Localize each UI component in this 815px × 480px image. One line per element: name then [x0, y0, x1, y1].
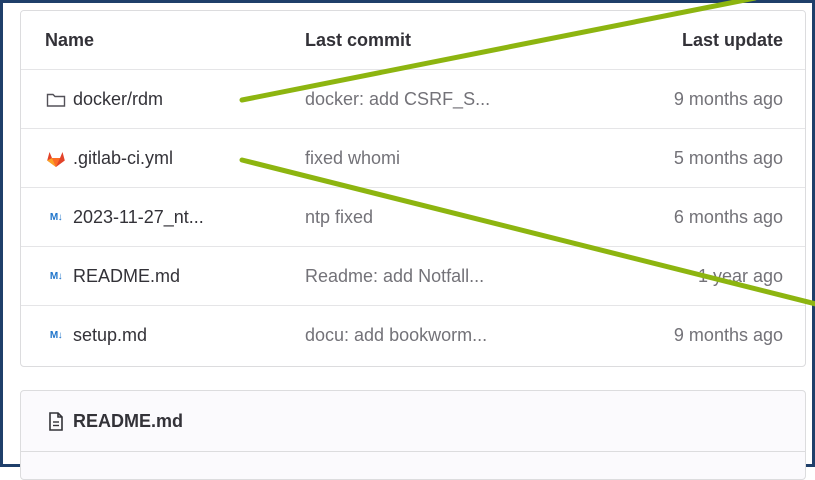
- file-link-readme[interactable]: README.md: [73, 266, 180, 287]
- commit-message-link[interactable]: fixed whomi: [305, 129, 635, 188]
- column-header-last-update: Last update: [681, 30, 783, 50]
- file-link-gitlab-ci[interactable]: .gitlab-ci.yml: [73, 148, 173, 169]
- column-header-last-commit: Last commit: [305, 30, 412, 50]
- commit-message-link[interactable]: Readme: add Notfall...: [305, 247, 635, 306]
- commit-message-link[interactable]: docker: add CSRF_S...: [305, 70, 635, 129]
- column-header-name: Name: [45, 30, 95, 50]
- last-update-time: 1 year ago: [697, 266, 783, 286]
- file-link-ntp-notes[interactable]: 2023-11-27_nt...: [73, 207, 204, 228]
- last-update-time: 5 months ago: [673, 148, 783, 168]
- folder-icon: [45, 92, 67, 108]
- readme-header: README.md: [21, 391, 805, 452]
- last-update-time: 6 months ago: [673, 207, 783, 227]
- markdown-icon: M↓: [49, 271, 63, 282]
- markdown-icon: M↓: [49, 212, 63, 223]
- commit-message-link[interactable]: docu: add bookworm...: [305, 306, 635, 365]
- last-update-time: 9 months ago: [673, 325, 783, 345]
- markdown-icon: M↓: [49, 330, 63, 341]
- last-update-time: 9 months ago: [673, 89, 783, 109]
- table-row: docker/rdm docker: add CSRF_S... 9 month…: [21, 70, 805, 129]
- readme-title[interactable]: README.md: [73, 411, 183, 432]
- commit-message-link[interactable]: ntp fixed: [305, 188, 635, 247]
- file-link-setup[interactable]: setup.md: [73, 325, 147, 346]
- table-header: Name Last commit Last update: [21, 11, 805, 70]
- file-tree-table: Name Last commit Last update docker/rdm …: [20, 10, 806, 367]
- table-row: .gitlab-ci.yml fixed whomi 5 months ago: [21, 129, 805, 188]
- table-row: M↓ 2023-11-27_nt... ntp fixed 6 months a…: [21, 188, 805, 247]
- file-text-icon: [45, 411, 67, 431]
- table-row: M↓ setup.md docu: add bookworm... 9 mont…: [21, 306, 805, 365]
- gitlab-icon: [45, 150, 67, 168]
- file-link-docker-rdm[interactable]: docker/rdm: [73, 89, 163, 110]
- table-row: M↓ README.md Readme: add Notfall... 1 ye…: [21, 247, 805, 306]
